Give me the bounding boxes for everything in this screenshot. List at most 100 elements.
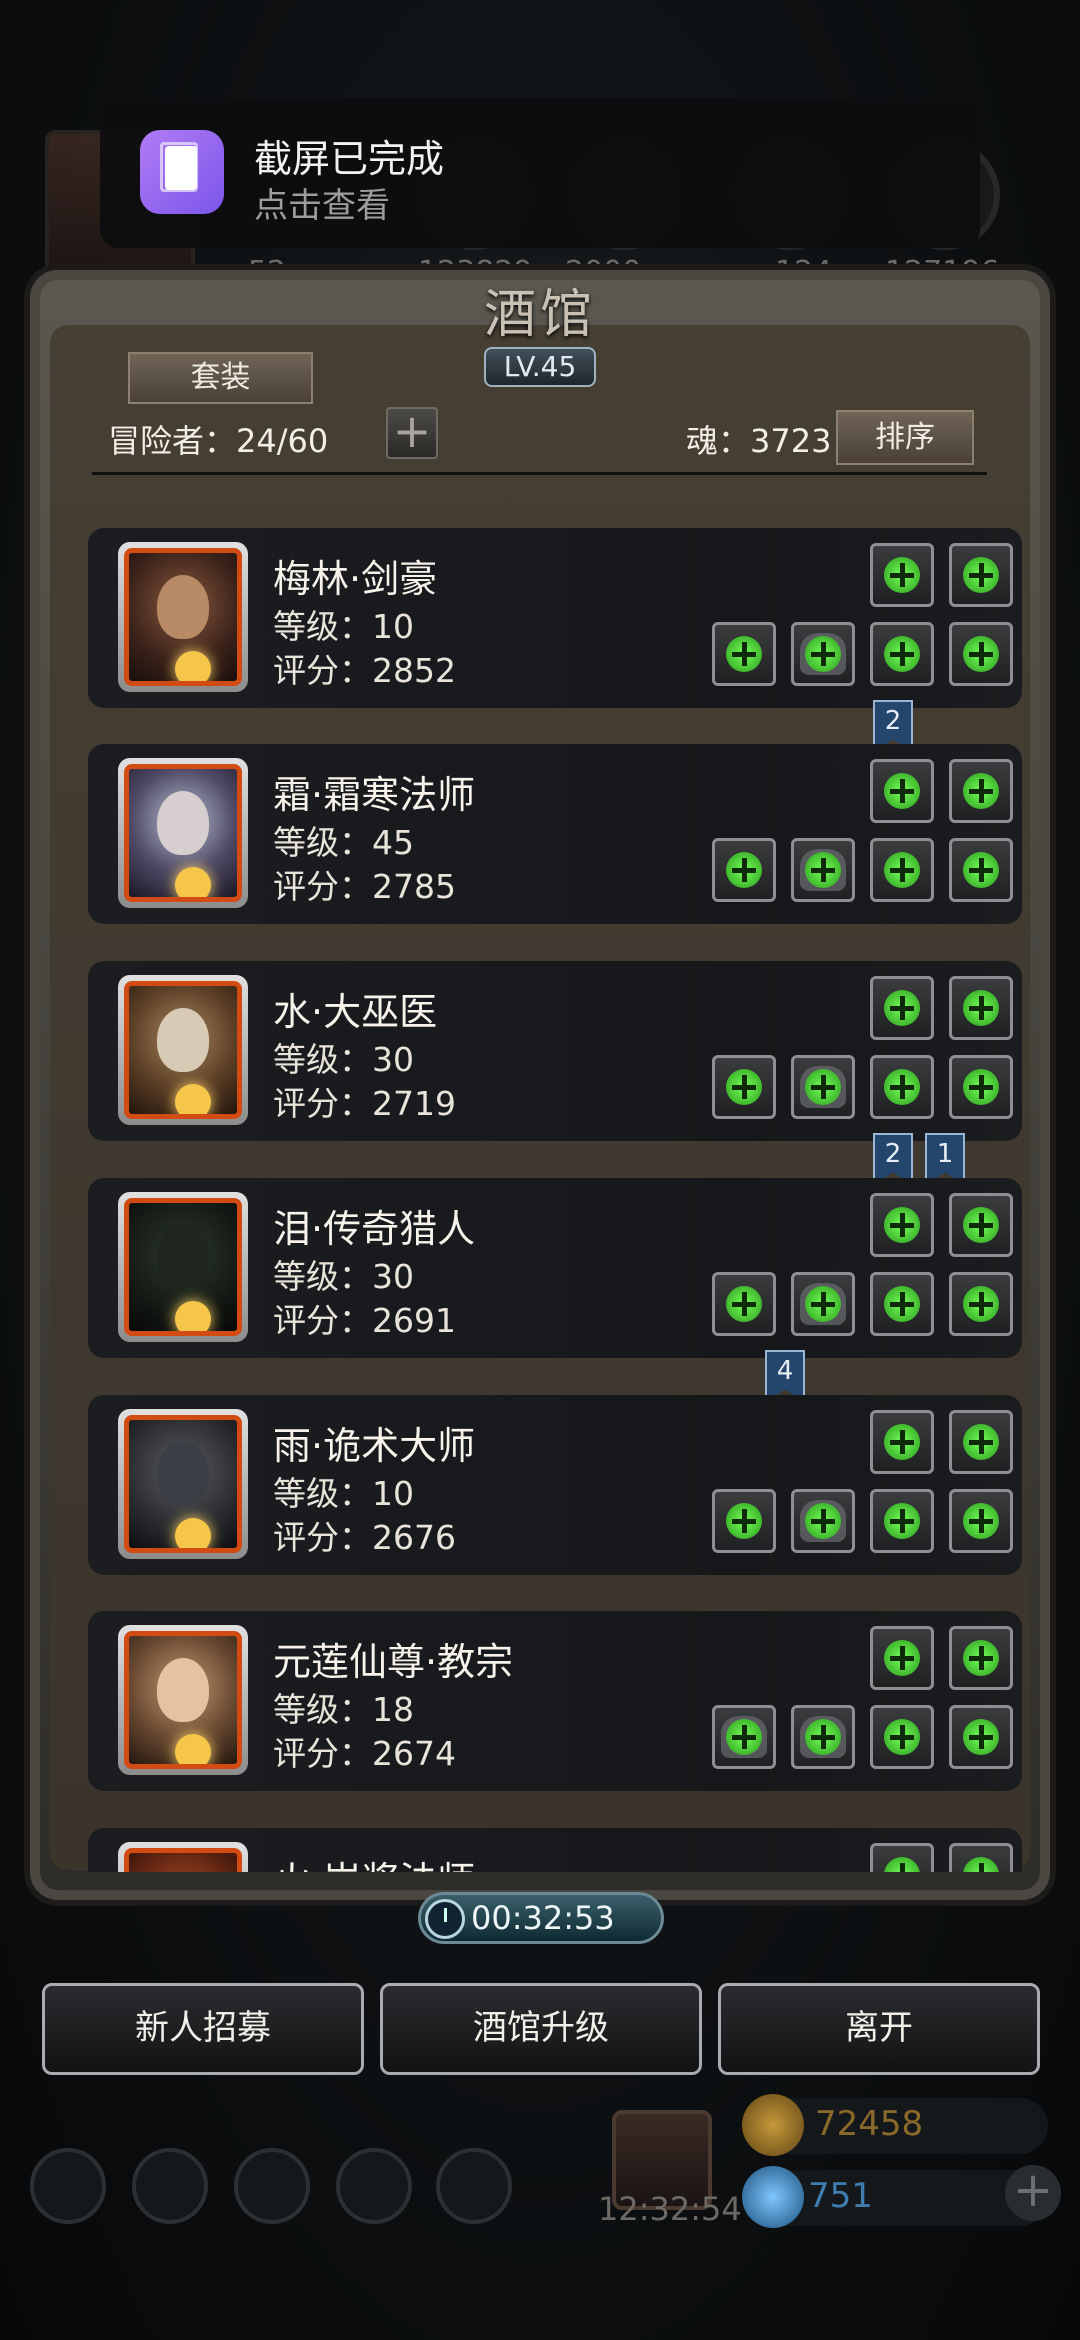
weapon-slot[interactable]: [712, 1272, 776, 1336]
equipment-slot-top-2[interactable]: [949, 1626, 1013, 1690]
hero-name: 元莲仙尊·教宗: [273, 1640, 514, 1684]
green-plus-icon: [963, 773, 999, 809]
hero-portrait[interactable]: [118, 542, 248, 692]
equipment-slot-top-1[interactable]: [870, 1843, 934, 1872]
weapon-slot[interactable]: [712, 1055, 776, 1119]
hero-name: 水·大巫医: [273, 990, 438, 1034]
hero-score: 评分：2852: [273, 651, 456, 690]
equipment-slot-top-2[interactable]: [949, 759, 1013, 823]
equipment-slot-top-1[interactable]: [870, 1626, 934, 1690]
armor-slot[interactable]: [791, 838, 855, 902]
gem-count: 751: [808, 2176, 873, 2216]
accessory-slot-1[interactable]: [870, 1489, 934, 1553]
screenshot-notification[interactable]: 截屏已完成 点击查看: [100, 98, 980, 248]
hero-name: 火·岩浆法师: [273, 1850, 475, 1872]
coin-count: 72458: [815, 2104, 924, 2144]
shop-icon[interactable]: [436, 2148, 512, 2224]
green-plus-icon: [884, 557, 920, 593]
hero-name: 霜·霜寒法师: [273, 773, 476, 817]
crescent-moon-icon: [175, 651, 211, 681]
weapon-slot[interactable]: [712, 1705, 776, 1769]
green-plus-icon: [726, 636, 762, 672]
hero-portrait[interactable]: [118, 758, 248, 908]
equipment-slot-top-2[interactable]: [949, 1410, 1013, 1474]
armor-slot[interactable]: [791, 1272, 855, 1336]
hero-card[interactable]: 水·大巫医 等级：30 评分：2719: [88, 961, 1022, 1141]
hero-portrait[interactable]: [118, 975, 248, 1125]
green-plus-icon: [963, 557, 999, 593]
hero-card[interactable]: 梅林·剑豪 等级：10 评分：2852: [88, 528, 1022, 708]
armor-slot[interactable]: [791, 1055, 855, 1119]
equipment-slot-top-2[interactable]: [949, 976, 1013, 1040]
gift-timer: 12:32:54: [598, 2190, 742, 2228]
hero-list[interactable]: 梅林·剑豪 等级：10 评分：2852 2 霜·霜寒法师 等级：45 评分：27…: [48, 478, 1038, 1872]
hero-card[interactable]: 霜·霜寒法师 等级：45 评分：2785: [88, 744, 1022, 924]
green-plus-icon: [963, 1503, 999, 1539]
weapon-slot[interactable]: [712, 622, 776, 686]
accessory-slot-2[interactable]: [949, 1489, 1013, 1553]
settings-icon[interactable]: [30, 2148, 106, 2224]
armor-slot[interactable]: [791, 622, 855, 686]
green-plus-icon: [884, 990, 920, 1026]
green-plus-icon: [963, 636, 999, 672]
green-plus-icon: [884, 1207, 920, 1243]
sort-button[interactable]: 排序: [836, 410, 974, 465]
accessory-slot-1[interactable]: [870, 1055, 934, 1119]
hero-portrait[interactable]: [118, 1842, 248, 1872]
equipment-slot-top-1[interactable]: [870, 976, 934, 1040]
crescent-moon-icon: [175, 1518, 211, 1548]
hero-level: 等级：30: [273, 1257, 414, 1296]
armor-slot[interactable]: [791, 1705, 855, 1769]
suit-button[interactable]: 套装: [128, 352, 313, 404]
green-plus-icon: [884, 852, 920, 888]
equipment-slot-top-1[interactable]: [870, 1193, 934, 1257]
accessory-slot-1[interactable]: [870, 838, 934, 902]
accessory-slot-2[interactable]: [949, 1272, 1013, 1336]
equipment-slot-top-2[interactable]: [949, 1843, 1013, 1872]
hero-card[interactable]: 雨·诡术大师 等级：10 评分：2676: [88, 1395, 1022, 1575]
accessory-slot-2[interactable]: [949, 622, 1013, 686]
add-currency-button[interactable]: +: [1005, 2165, 1061, 2221]
hero-portrait[interactable]: [118, 1409, 248, 1559]
hero-score: 评分：2785: [273, 867, 456, 906]
accessory-slot-2[interactable]: [949, 838, 1013, 902]
green-plus-icon: [805, 1286, 841, 1322]
accessory-slot-2[interactable]: [949, 1055, 1013, 1119]
tavern-upgrade-button[interactable]: 酒馆升级: [380, 1983, 702, 2075]
notification-subtitle: 点击查看: [254, 186, 390, 226]
adventurer-count: 冒险者：24/60: [108, 422, 329, 460]
armor-slot[interactable]: [791, 1489, 855, 1553]
green-plus-icon: [963, 1719, 999, 1755]
accessory-slot-1[interactable]: [870, 1272, 934, 1336]
green-plus-icon: [963, 1286, 999, 1322]
recruit-button[interactable]: 新人招募: [42, 1983, 364, 2075]
leave-button[interactable]: 离开: [718, 1983, 1040, 2075]
weapon-slot[interactable]: [712, 838, 776, 902]
equipment-slot-top-1[interactable]: [870, 543, 934, 607]
equipment-slot-top-2[interactable]: [949, 1193, 1013, 1257]
accessory-slot-1[interactable]: [870, 1705, 934, 1769]
hero-portrait[interactable]: [118, 1192, 248, 1342]
equipment-slot-top-2[interactable]: [949, 543, 1013, 607]
accessory-slot-1[interactable]: [870, 622, 934, 686]
green-plus-icon: [805, 852, 841, 888]
map-icon[interactable]: [234, 2148, 310, 2224]
equipment-slot-top-1[interactable]: [870, 759, 934, 823]
achievement-icon[interactable]: [132, 2148, 208, 2224]
hero-level: 等级：30: [273, 1040, 414, 1079]
green-plus-icon: [884, 1719, 920, 1755]
tavern-level-badge: LV.45: [484, 347, 596, 387]
add-adventurer-slot-button[interactable]: +: [386, 407, 438, 459]
hero-portrait[interactable]: [118, 1625, 248, 1775]
mail-icon[interactable]: [336, 2148, 412, 2224]
weapon-slot[interactable]: [712, 1489, 776, 1553]
equipment-slot-top-1[interactable]: [870, 1410, 934, 1474]
hero-name: 梅林·剑豪: [273, 557, 438, 601]
accessory-slot-2[interactable]: [949, 1705, 1013, 1769]
green-plus-icon: [884, 1503, 920, 1539]
green-plus-icon: [805, 1719, 841, 1755]
hero-card[interactable]: 火·岩浆法师: [88, 1828, 1022, 1872]
hero-card[interactable]: 泪·传奇猎人 等级：30 评分：2691: [88, 1178, 1022, 1358]
crescent-moon-icon: [175, 867, 211, 897]
hero-card[interactable]: 元莲仙尊·教宗 等级：18 评分：2674: [88, 1611, 1022, 1791]
